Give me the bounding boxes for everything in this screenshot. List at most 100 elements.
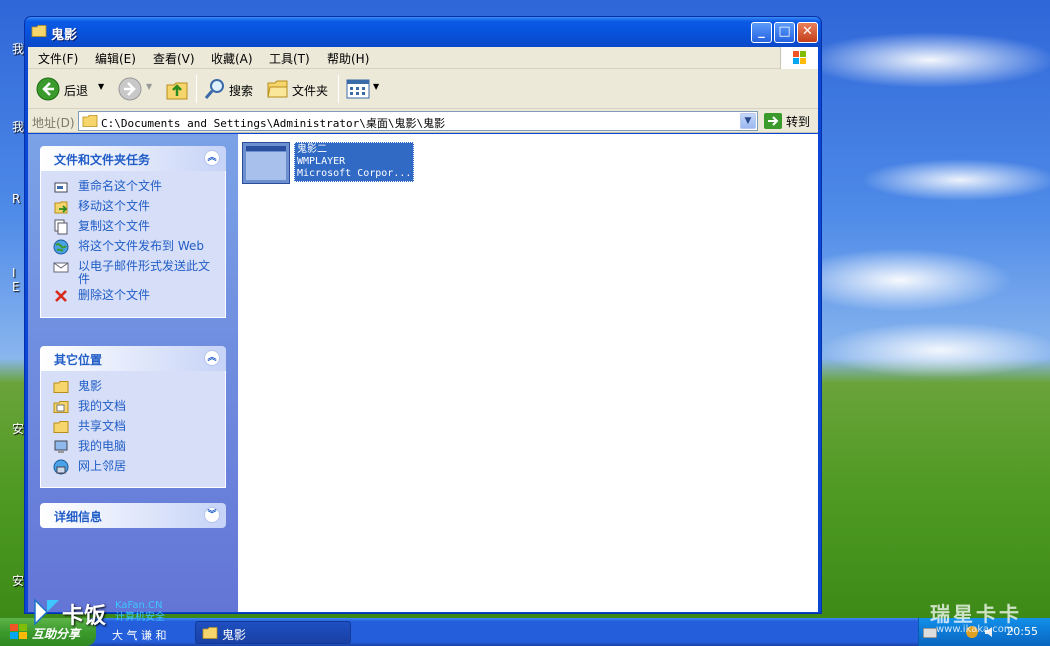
keyboard-icon[interactable] [923, 628, 937, 638]
goto-label: 转到 [786, 115, 811, 129]
folders-label: 文件夹 [292, 84, 329, 98]
menu-favorites[interactable]: 收藏(A) [211, 50, 253, 67]
windows-flag-icon [10, 624, 27, 639]
move-icon [54, 201, 68, 214]
address-dropdown-icon[interactable]: ▼ [740, 113, 756, 129]
views-button[interactable]: ▼ [344, 77, 382, 101]
file-list-area[interactable]: 鬼影二 WMPLAYER Microsoft Corpor... [238, 134, 818, 612]
other-places-header[interactable]: 其它位置 ︽ [40, 346, 226, 371]
file-tasks-header[interactable]: 文件和文件夹任务 ︽ [40, 146, 226, 171]
menu-help[interactable]: 帮助(H) [327, 50, 369, 67]
details-header[interactable]: 详细信息 ︾ [40, 503, 226, 528]
watermark-right-url: www.ikaka.com [936, 624, 1014, 635]
file-name: 鬼影二 [297, 144, 327, 155]
explorer-window: 鬼影 _ □ ✕ 文件(F) 编辑(E) 查看(V) 收藏(A) 工具(T) 帮… [24, 16, 822, 614]
watermark-right-text: 瑞星卡卡 [930, 602, 1022, 626]
documents-icon [53, 401, 69, 413]
title-bar[interactable]: 鬼影 _ □ ✕ [25, 17, 821, 47]
watermark-caption: KaFan.CN 计算机安全 [115, 600, 165, 624]
desktop-icon-label[interactable]: R [12, 192, 20, 206]
desktop-icon-label[interactable]: 我 [12, 40, 24, 57]
place-shared-documents[interactable]: 共享文档 [41, 417, 225, 437]
folders-button[interactable]: 文件夹 [264, 75, 332, 103]
task-pane: 文件和文件夹任务 ︽ 重命名这个文件 移动这个文件 复制这个文件 将这个文件发布… [28, 134, 238, 612]
goto-arrow-icon [764, 113, 782, 129]
window-app-icon [242, 142, 290, 184]
file-description: WMPLAYER [297, 156, 346, 167]
task-delete[interactable]: 删除这个文件 [41, 286, 225, 306]
forward-button[interactable]: ▼ [116, 75, 156, 103]
back-button[interactable]: 后退 ▼ [34, 75, 110, 103]
web-publish-icon [53, 239, 69, 255]
up-folder-icon[interactable] [165, 77, 189, 101]
computer-icon [54, 440, 68, 453]
folder-icon [82, 115, 98, 127]
place-my-computer[interactable]: 我的电脑 [41, 437, 225, 457]
windows-logo-icon [780, 47, 818, 69]
minimize-button[interactable]: _ [751, 22, 772, 43]
place-label: 共享文档 [78, 419, 127, 433]
task-email[interactable]: 以电子邮件形式发送此文件 [41, 257, 225, 286]
file-label: 鬼影二 WMPLAYER Microsoft Corpor... [294, 142, 414, 182]
toolbar: 后退 ▼ ▼ 搜索 文件夹 ▼ [28, 69, 818, 109]
task-publish-web[interactable]: 将这个文件发布到 Web [41, 237, 225, 257]
close-button[interactable]: ✕ [797, 22, 818, 43]
task-label: 将这个文件发布到 Web [78, 239, 204, 253]
search-button[interactable]: 搜索 [201, 75, 257, 103]
menu-file[interactable]: 文件(F) [38, 50, 78, 67]
desktop-icon-label[interactable]: E [12, 280, 20, 294]
desktop-icon-label[interactable]: 我 [12, 118, 24, 135]
watermark-logo-text: 卡饭 [62, 604, 107, 629]
folder-icon [53, 381, 69, 393]
maximize-button[interactable]: □ [774, 22, 795, 43]
watermark-site: KaFan.CN [115, 600, 163, 611]
panel-title: 其它位置 [54, 353, 103, 367]
folders-icon [267, 80, 288, 98]
menu-view[interactable]: 查看(V) [153, 50, 195, 67]
collapse-chevron-icon[interactable]: ︽ [204, 350, 220, 366]
goto-button[interactable]: 转到 [764, 112, 816, 130]
file-item[interactable]: 鬼影二 WMPLAYER Microsoft Corpor... [242, 142, 414, 184]
window-title: 鬼影 [51, 28, 78, 43]
views-icon [346, 79, 370, 99]
menu-edit[interactable]: 编辑(E) [95, 50, 136, 67]
task-copy[interactable]: 复制这个文件 [41, 217, 225, 237]
task-label: 删除这个文件 [78, 288, 151, 302]
network-icon [53, 459, 69, 475]
desktop-icon-label[interactable]: 安 [12, 572, 24, 589]
forward-dropdown-icon[interactable]: ▼ [146, 82, 152, 91]
panel-title: 详细信息 [54, 510, 103, 524]
task-label: 重命名这个文件 [78, 179, 163, 193]
back-arrow-icon [36, 77, 60, 101]
views-dropdown-icon[interactable]: ▼ [373, 82, 379, 91]
rename-icon [54, 182, 68, 193]
expand-chevron-icon[interactable]: ︾ [204, 507, 220, 523]
collapse-chevron-icon[interactable]: ︽ [204, 150, 220, 166]
file-company: Microsoft Corpor... [297, 168, 412, 179]
place-label: 我的文档 [78, 399, 127, 413]
task-label: 移动这个文件 [78, 199, 151, 213]
file-tasks-panel: 文件和文件夹任务 ︽ 重命名这个文件 移动这个文件 复制这个文件 将这个文件发布… [40, 146, 226, 318]
address-label: 地址(D) [32, 116, 75, 130]
folder-icon [31, 25, 47, 37]
back-dropdown-icon[interactable]: ▼ [98, 82, 104, 91]
task-rename[interactable]: 重命名这个文件 [41, 177, 225, 197]
place-label: 鬼影 [78, 379, 103, 393]
desktop-icon-label[interactable]: 安 [12, 420, 24, 437]
menu-tools[interactable]: 工具(T) [269, 50, 310, 67]
quick-launch-label: 大 气 谦 和 [112, 629, 167, 642]
search-icon [204, 79, 224, 99]
toolbar-separator [196, 75, 197, 103]
toolbar-separator [338, 75, 339, 103]
address-bar: 地址(D) C:\Documents and Settings\Administ… [28, 109, 818, 133]
taskbar-window-button[interactable]: 鬼影 [195, 621, 351, 644]
place-network[interactable]: 网上邻居 [41, 457, 225, 477]
address-input[interactable]: C:\Documents and Settings\Administrator\… [78, 111, 758, 131]
desktop-icon-label[interactable]: I [12, 266, 16, 280]
other-places-panel: 其它位置 ︽ 鬼影 我的文档 共享文档 我的电脑 网上邻居 [40, 346, 226, 488]
place-my-documents[interactable]: 我的文档 [41, 397, 225, 417]
place-ghost-folder[interactable]: 鬼影 [41, 377, 225, 397]
details-panel: 详细信息 ︾ [40, 503, 226, 528]
task-label: 以电子邮件形式发送此文件 [78, 259, 211, 286]
task-move[interactable]: 移动这个文件 [41, 197, 225, 217]
